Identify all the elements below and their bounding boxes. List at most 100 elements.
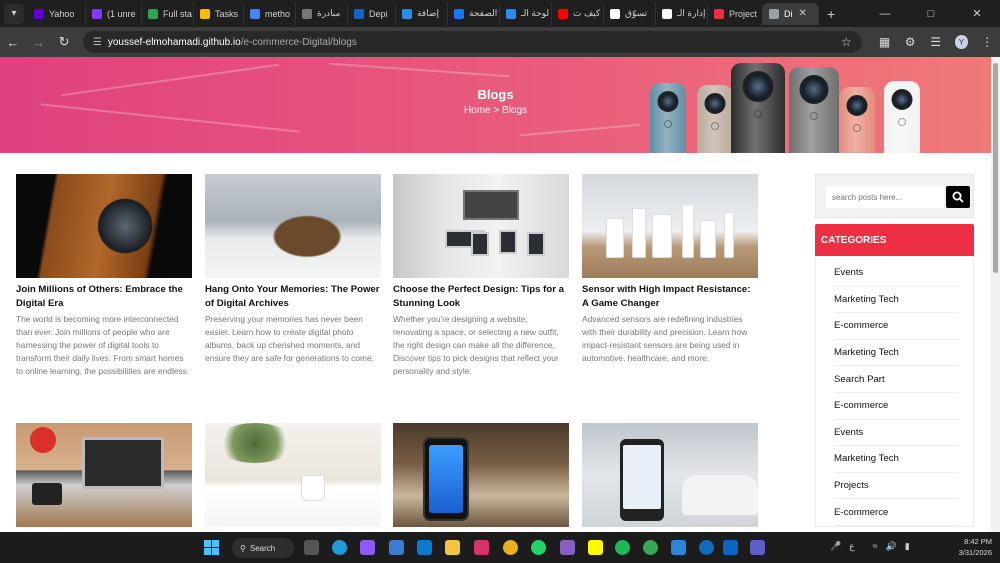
translate-icon[interactable]: ▦ bbox=[872, 35, 898, 49]
linkedin-icon[interactable] bbox=[723, 540, 738, 555]
visual-studio-icon[interactable] bbox=[560, 540, 575, 555]
blog-post-card[interactable] bbox=[582, 423, 758, 527]
browser-tab[interactable]: (1 unre bbox=[86, 2, 142, 25]
edge-icon[interactable] bbox=[332, 540, 347, 555]
browser-toolbar: ← → ↻ ☰ youssef-elmohamadi.github.io/e-c… bbox=[0, 27, 1000, 57]
blog-post-card[interactable]: Hang Onto Your Memories: The Power of Di… bbox=[205, 174, 381, 365]
blog-post-card[interactable] bbox=[393, 423, 569, 527]
blog-post-card[interactable]: Join Millions of Others: Embrace the Dig… bbox=[16, 174, 192, 378]
blog-post-image[interactable] bbox=[393, 174, 569, 278]
taskbar-search-label: Search bbox=[249, 543, 276, 553]
maximize-icon[interactable]: □ bbox=[908, 0, 954, 27]
browser-tab[interactable]: Yahoo bbox=[28, 2, 86, 25]
tab-label: لوحة الـ bbox=[521, 8, 550, 18]
browser-tab[interactable]: Full sta bbox=[142, 2, 194, 25]
vscode-icon[interactable] bbox=[417, 540, 432, 555]
camera-product-image bbox=[884, 81, 920, 153]
back-icon[interactable]: ← bbox=[0, 29, 26, 55]
browser-tab[interactable]: تسوّق bbox=[604, 2, 656, 25]
blog-post-card[interactable]: Sensor with High Impact Resistance: A Ga… bbox=[582, 174, 758, 365]
browser-tab[interactable]: مبادرة bbox=[296, 2, 348, 25]
task-view-icon[interactable] bbox=[304, 540, 319, 555]
blog-post-image[interactable] bbox=[582, 174, 758, 278]
blog-post-image[interactable] bbox=[205, 174, 381, 278]
address-bar[interactable]: ☰ youssef-elmohamadi.github.io/e-commerc… bbox=[82, 31, 862, 53]
close-icon[interactable]: ✕ bbox=[954, 0, 1000, 27]
photos-icon[interactable] bbox=[671, 540, 686, 555]
category-link[interactable]: Marketing Tech bbox=[834, 287, 959, 314]
new-tab-button[interactable]: + bbox=[827, 6, 835, 22]
category-link[interactable]: E-commerce bbox=[834, 393, 959, 420]
tab-favicon-icon bbox=[200, 8, 210, 19]
wifi-icon[interactable]: ≈ bbox=[873, 541, 878, 552]
browser-tab[interactable]: Depi bbox=[348, 2, 396, 25]
media-icon[interactable]: ☰ bbox=[923, 35, 949, 49]
category-link[interactable]: Search Part bbox=[834, 366, 959, 393]
browser-tab[interactable]: Project bbox=[708, 2, 763, 25]
camera-product-image bbox=[839, 87, 875, 153]
categories-heading: CATEGORIES bbox=[815, 224, 974, 256]
forward-icon[interactable]: → bbox=[26, 29, 52, 55]
blog-post-title[interactable]: Join Millions of Others: Embrace the Dig… bbox=[16, 283, 192, 311]
blog-post-title[interactable]: Hang Onto Your Memories: The Power of Di… bbox=[205, 283, 381, 311]
category-link[interactable]: E-commerce bbox=[834, 499, 959, 526]
search-posts-input[interactable] bbox=[826, 186, 944, 208]
copilot-icon[interactable] bbox=[360, 540, 375, 555]
teams-icon[interactable] bbox=[750, 540, 765, 555]
blog-post-image[interactable] bbox=[393, 423, 569, 527]
blog-post-image[interactable] bbox=[582, 423, 758, 527]
scrollbar-thumb[interactable] bbox=[993, 63, 998, 273]
category-link[interactable]: Marketing Tech bbox=[834, 446, 959, 473]
spotify-icon[interactable] bbox=[615, 540, 630, 555]
tab-search-button[interactable]: ▾ bbox=[4, 3, 24, 24]
browser-tab[interactable]: Di ✕ bbox=[763, 2, 819, 25]
extensions-icon[interactable]: ⚙ bbox=[897, 35, 923, 49]
battery-icon[interactable]: ▮ bbox=[905, 541, 910, 552]
blog-post-card[interactable]: Choose the Perfect Design: Tips for a St… bbox=[393, 174, 569, 378]
blog-post-card[interactable] bbox=[16, 423, 192, 527]
blog-post-title[interactable]: Sensor with High Impact Resistance: A Ga… bbox=[582, 283, 758, 311]
blog-post-title[interactable]: Choose the Perfect Design: Tips for a St… bbox=[393, 283, 569, 311]
browser-tab[interactable]: إدارة الـ bbox=[656, 2, 708, 25]
site-info-icon[interactable]: ☰ bbox=[93, 37, 102, 48]
category-link[interactable]: Projects bbox=[834, 473, 959, 500]
search-button[interactable] bbox=[946, 186, 970, 208]
language-icon[interactable]: ع bbox=[849, 541, 854, 552]
mic-muted-icon[interactable]: 🎤 bbox=[830, 541, 841, 552]
instagram-icon[interactable] bbox=[474, 540, 489, 555]
chrome-profile-icon[interactable] bbox=[643, 540, 658, 555]
browser-tab[interactable]: Tasks bbox=[194, 2, 244, 25]
menu-icon[interactable]: ⋮ bbox=[974, 35, 1000, 49]
whatsapp-icon[interactable] bbox=[531, 540, 546, 555]
snapchat-icon[interactable] bbox=[588, 540, 603, 555]
clock[interactable]: 8:42 PM 3/31/2026 bbox=[959, 536, 992, 558]
blog-post-image[interactable] bbox=[16, 423, 192, 527]
minimize-icon[interactable]: — bbox=[862, 0, 908, 27]
category-link[interactable]: Marketing Tech bbox=[834, 340, 959, 367]
profile-avatar[interactable]: Y bbox=[954, 35, 969, 49]
bookmark-star-icon[interactable]: ☆ bbox=[841, 35, 852, 49]
category-link[interactable]: Events bbox=[834, 420, 959, 447]
page-scrollbar[interactable] bbox=[991, 57, 1000, 532]
browser-icon[interactable] bbox=[699, 540, 714, 555]
browser-tab[interactable]: لوحة الـ bbox=[500, 2, 552, 25]
browser-tab[interactable]: إضافة bbox=[396, 2, 448, 25]
blog-post-card[interactable] bbox=[205, 423, 381, 527]
reload-icon[interactable]: ↻ bbox=[51, 29, 77, 55]
store-icon[interactable] bbox=[389, 540, 404, 555]
file-explorer-icon[interactable] bbox=[445, 540, 460, 555]
category-link[interactable]: Events bbox=[834, 260, 959, 287]
blog-post-image[interactable] bbox=[16, 174, 192, 278]
browser-tab[interactable]: metho bbox=[244, 2, 296, 25]
browser-tab[interactable]: كيف ت bbox=[552, 2, 604, 25]
volume-icon[interactable]: 🔊 bbox=[886, 541, 897, 552]
category-link[interactable]: E-commerce bbox=[834, 313, 959, 340]
chrome-icon[interactable] bbox=[503, 540, 518, 555]
taskbar-search[interactable]: ⚲ Search bbox=[232, 538, 294, 558]
blog-post-excerpt: Preserving your memories has never been … bbox=[205, 314, 374, 363]
tab-close-icon[interactable]: ✕ bbox=[799, 8, 807, 19]
blog-post-image[interactable] bbox=[205, 423, 381, 527]
tab-favicon-icon bbox=[610, 8, 620, 19]
windows-start-icon[interactable] bbox=[204, 540, 219, 555]
browser-tab[interactable]: الصفحة bbox=[448, 2, 500, 25]
